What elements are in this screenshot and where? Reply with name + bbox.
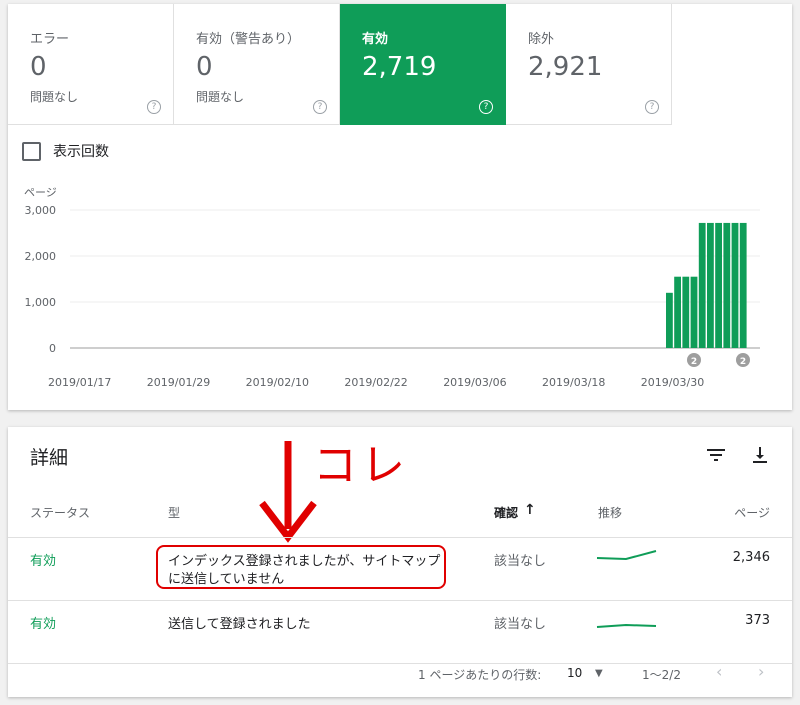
help-icon[interactable]: ? (645, 100, 659, 114)
chart-bar (698, 222, 706, 348)
row-status: 有効 (30, 554, 57, 569)
help-icon[interactable]: ? (147, 100, 161, 114)
tile-value: 0 (30, 52, 47, 82)
impressions-toggle[interactable]: 表示回数 (22, 141, 109, 161)
y-tick-label: 3,000 (25, 204, 57, 217)
x-tick-label: 2019/02/22 (344, 376, 407, 389)
annotation-label: 2 (740, 357, 746, 367)
col-type[interactable]: 型 (168, 504, 180, 521)
tile-label: 除外 (528, 32, 555, 47)
x-tick-label: 2019/03/30 (641, 376, 704, 389)
trend-sparkline (596, 623, 657, 628)
chart-bar (674, 276, 681, 348)
page-range: 1〜2/2 (642, 668, 681, 682)
y-tick-label: 0 (49, 342, 56, 355)
rows-per-page-select[interactable]: 10 (567, 666, 582, 680)
download-icon[interactable] (748, 443, 772, 467)
col-pages[interactable]: ページ (734, 504, 770, 521)
details-card: 詳細 コレ ステータス 型 確認 ↑ 推移 ページ 有効 インデックス登録されま… (8, 427, 792, 697)
chevron-down-icon[interactable]: ▼ (595, 668, 603, 679)
x-tick-label: 2019/01/29 (147, 376, 210, 389)
chart-bar (723, 222, 731, 348)
x-tick-label: 2019/01/17 (48, 376, 111, 389)
tile-sub: 問題なし (30, 90, 79, 104)
prev-page-icon[interactable]: ‹ (716, 662, 722, 681)
tile-warning[interactable]: 有効（警告あり） 0 問題なし ? (174, 4, 340, 125)
chart-bar (739, 222, 747, 348)
details-table: ステータス 型 確認 ↑ 推移 ページ 有効 インデックス登録されましたが、サイ… (8, 491, 792, 664)
details-title: 詳細 (30, 447, 69, 469)
pages-chart: ページ 3,000 2,000 1,000 0 2019/01/17 2019/01/29 2… (24, 186, 760, 389)
trend-sparkline (596, 550, 657, 561)
y-axis-label: ページ (24, 186, 57, 199)
col-confirm[interactable]: 確認 (494, 504, 518, 521)
row-confirm: 該当なし (494, 617, 547, 632)
help-icon[interactable]: ? (313, 100, 327, 114)
summary-card: エラー 0 問題なし ? 有効（警告あり） 0 問題なし ? 有効 2,719 … (8, 4, 792, 410)
impressions-label: 表示回数 (53, 144, 109, 160)
tile-label: エラー (30, 32, 70, 47)
chart-bar (690, 276, 698, 348)
tile-excluded[interactable]: 除外 2,921 ? (506, 4, 672, 125)
row-status: 有効 (30, 617, 57, 632)
row-type-line2: に送信していません (168, 572, 285, 587)
tile-label: 有効 (362, 32, 389, 47)
rows-per-page-label: 1 ページあたりの行数: (418, 668, 542, 682)
chart-bar (707, 222, 714, 348)
annotation-label: 2 (691, 357, 697, 367)
annotation-text: コレ (313, 440, 409, 491)
help-icon[interactable]: ? (479, 100, 493, 114)
tile-value: 2,719 (362, 52, 437, 82)
filter-icon[interactable] (704, 443, 728, 467)
row-pages: 2,346 (732, 550, 770, 565)
pagination: 1 ページあたりの行数: 10 ▼ 1〜2/2 ‹ › (8, 653, 792, 693)
tile-value: 0 (196, 52, 213, 82)
next-page-icon[interactable]: › (758, 662, 764, 681)
x-tick-label: 2019/03/06 (443, 376, 506, 389)
row-type-line1: インデックス登録されましたが、サイトマップ (168, 554, 441, 569)
impressions-checkbox[interactable] (22, 141, 41, 161)
table-row[interactable]: 有効 インデックス登録されましたが、サイトマップ に送信していません 該当なし … (8, 538, 792, 601)
sort-arrow-up-icon[interactable]: ↑ (524, 502, 536, 518)
x-tick-label: 2019/03/18 (542, 376, 605, 389)
col-trend: 推移 (598, 506, 623, 520)
status-tiles: エラー 0 問題なし ? 有効（警告あり） 0 問題なし ? 有効 2,719 … (8, 4, 672, 125)
tile-sub: 問題なし (196, 90, 245, 104)
row-confirm: 該当なし (494, 554, 547, 569)
chart-bar (715, 222, 722, 348)
row-type-line1: 送信して登録されました (168, 617, 311, 632)
chart-bar (666, 292, 673, 348)
tile-valid[interactable]: 有効 2,719 ? (340, 4, 506, 125)
x-tick-label: 2019/02/10 (246, 376, 309, 389)
chart-bar (682, 276, 690, 348)
tile-error[interactable]: エラー 0 問題なし ? (8, 4, 174, 125)
table-header: ステータス 型 確認 ↑ 推移 ページ (8, 491, 792, 538)
col-status[interactable]: ステータス (30, 504, 90, 521)
tile-value: 2,921 (528, 52, 603, 82)
row-pages: 373 (745, 613, 770, 628)
chart-bar (731, 222, 739, 348)
y-tick-label: 2,000 (25, 250, 57, 263)
tile-label: 有効（警告あり） (196, 32, 301, 47)
y-tick-label: 1,000 (25, 296, 57, 309)
